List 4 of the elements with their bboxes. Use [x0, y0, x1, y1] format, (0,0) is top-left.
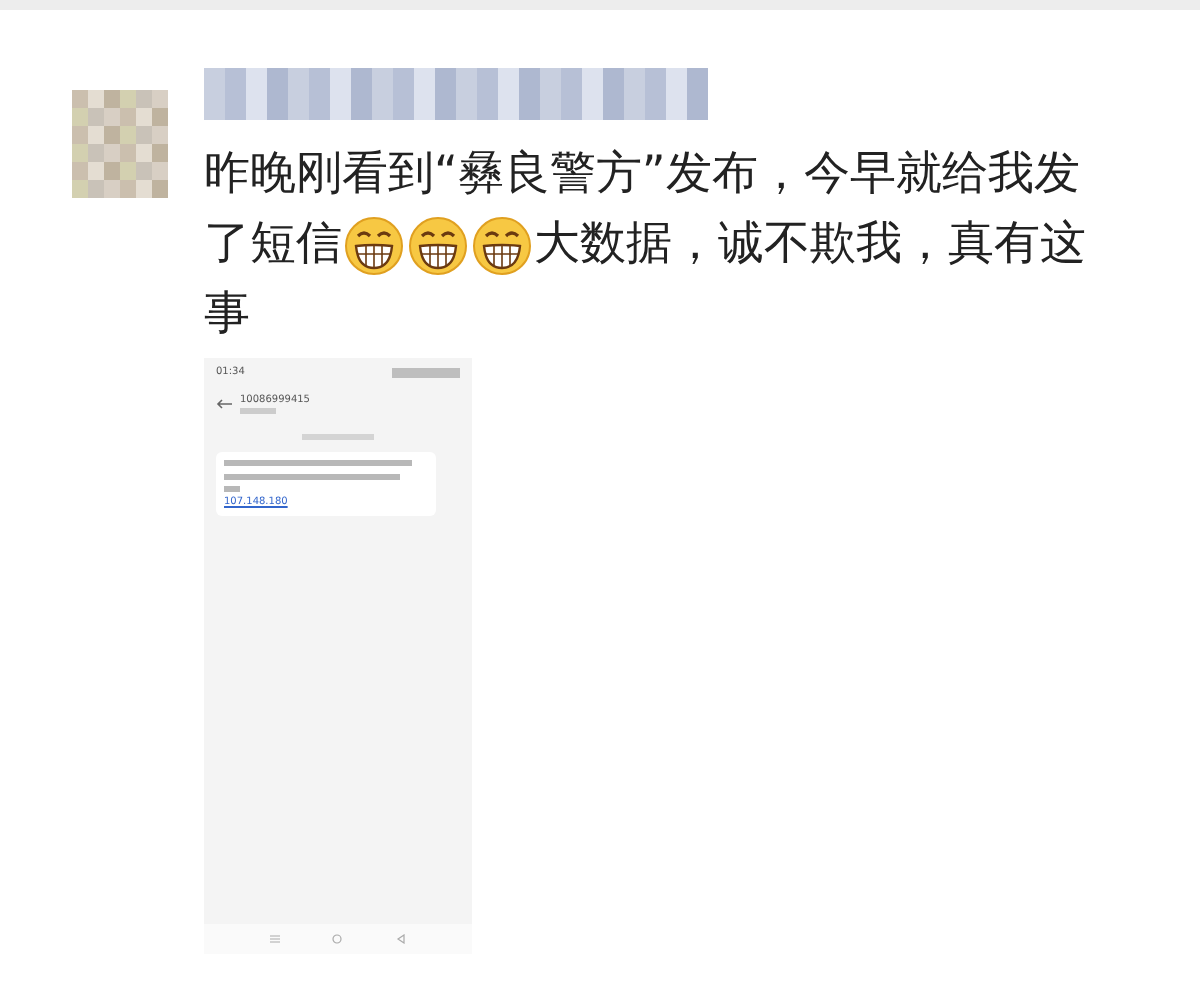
post-text: 昨晚刚看到“彝良警方”发布，今早就给我发 [204, 146, 1080, 204]
post-text: 了短信 [204, 216, 342, 274]
post-text: 事 [204, 286, 250, 344]
post-text: 大数据，诚不欺我，真有这 [534, 216, 1086, 274]
